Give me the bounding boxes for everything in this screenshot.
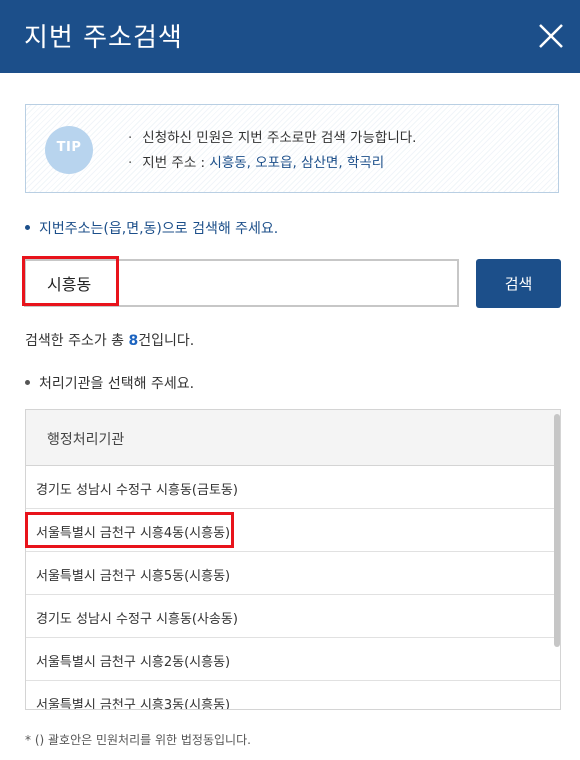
list-header-label: 행정처리기관 <box>47 432 125 448</box>
tip-examples: 시흥동, 오포읍, 삼산면, 학곡리 <box>209 155 385 171</box>
list-item[interactable]: 서울특별시 금천구 시흥4동(시흥동) <box>26 509 560 552</box>
list-header: 행정처리기관 <box>26 410 560 466</box>
tip-box: TIP · 신청하신 민원은 지번 주소로만 검색 가능합니다. · 지번 주소 :… <box>25 104 559 193</box>
bullet-dot <box>25 224 30 230</box>
result-count-number: 8 <box>128 333 139 349</box>
agency-list: 행정처리기관 경기도 성남시 수정구 시흥동(금토동) 서울특별시 금천구 시흥… <box>25 409 561 710</box>
tip-line-2: · 지번 주소 : 시흥동, 오포읍, 삼산면, 학곡리 <box>128 155 385 171</box>
close-icon[interactable] <box>532 17 570 55</box>
list-item[interactable]: 서울특별시 금천구 시흥3동(시흥동) <box>26 681 560 709</box>
list-item[interactable]: 경기도 성남시 수정구 시흥동(사송동) <box>26 595 560 638</box>
search-button[interactable]: 검색 <box>476 259 561 308</box>
select-instruction: 처리기관을 선택해 주세요. <box>25 373 194 393</box>
header-bar: 지번 주소검색 <box>0 0 580 73</box>
tip-badge: TIP <box>45 126 93 174</box>
search-instruction: 지번주소는(읍,면,동)으로 검색해 주세요. <box>25 218 278 238</box>
list-scrollbar[interactable] <box>554 414 560 647</box>
bullet-dot <box>25 379 30 385</box>
list-item[interactable]: 서울특별시 금천구 시흥2동(시흥동) <box>26 638 560 681</box>
footnote: * () 괄호안은 민원처리를 위한 법정동입니다. <box>25 733 251 747</box>
tip-badge-label: TIP <box>56 140 82 155</box>
page-title: 지번 주소검색 <box>24 23 183 53</box>
search-input[interactable] <box>24 259 459 307</box>
tip-line-1: · 신청하신 민원은 지번 주소로만 검색 가능합니다. <box>128 130 417 146</box>
list-item[interactable]: 서울특별시 금천구 시흥5동(시흥동) <box>26 552 560 595</box>
list-item[interactable]: 경기도 성남시 수정구 시흥동(금토동) <box>26 466 560 509</box>
result-count: 검색한 주소가 총 8건입니다. <box>25 333 195 349</box>
